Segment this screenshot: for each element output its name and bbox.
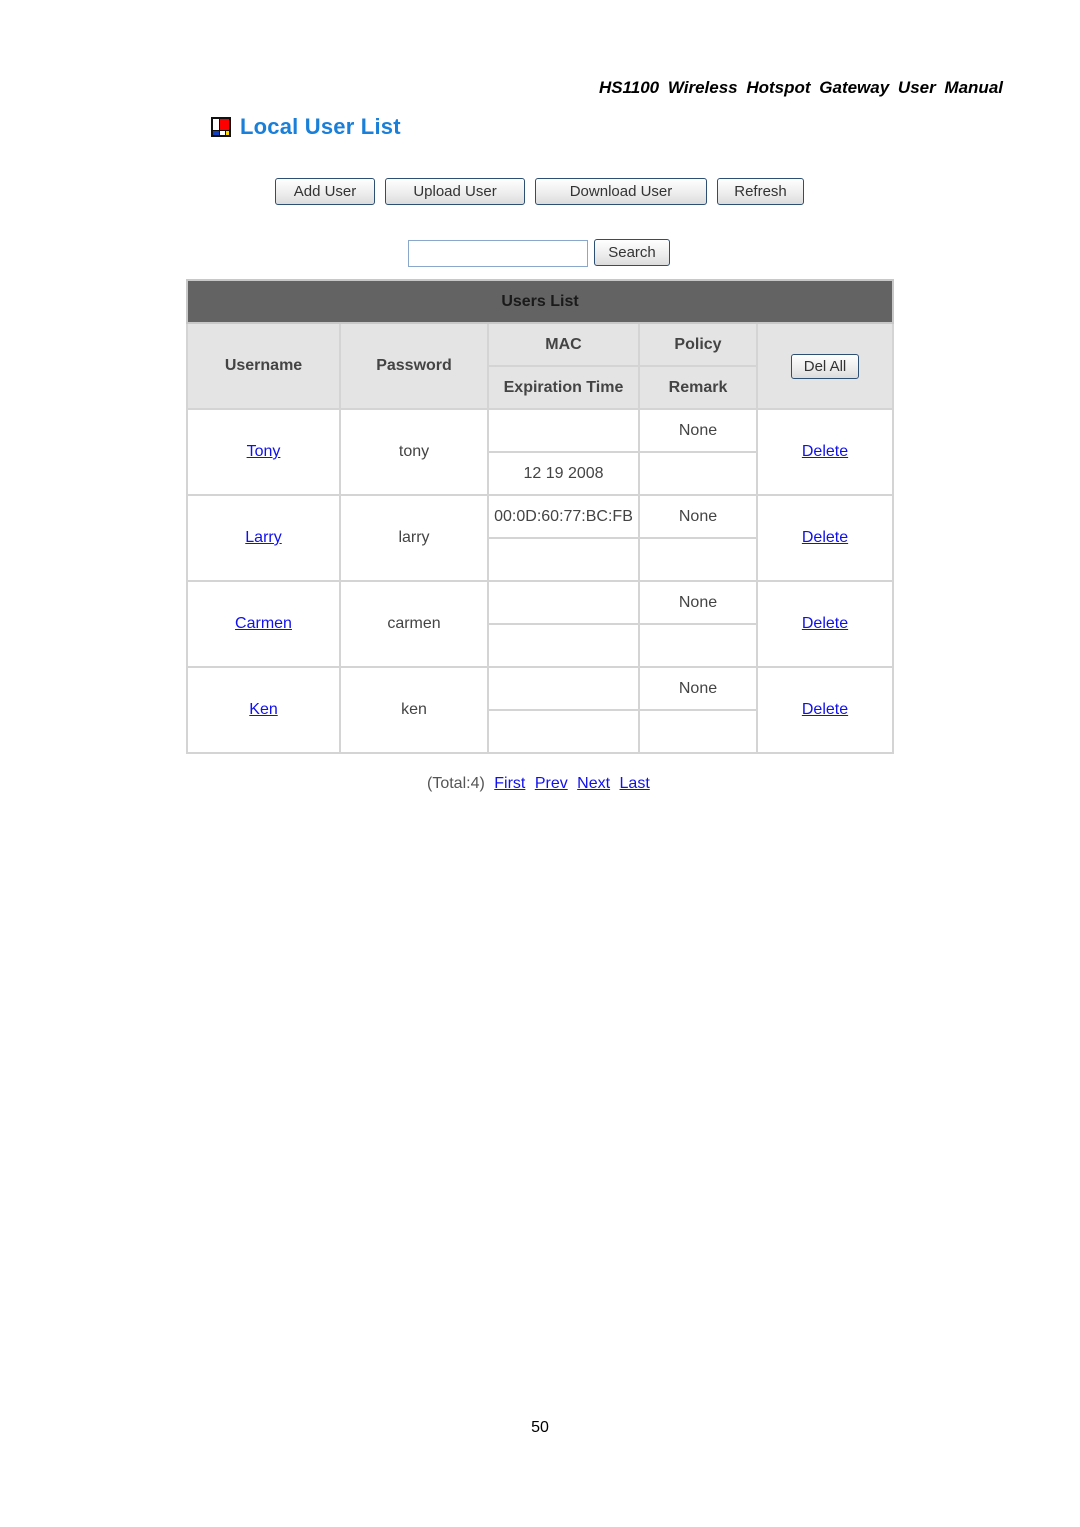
header-policy: Policy xyxy=(638,322,758,367)
remark-cell xyxy=(638,537,758,582)
header-remark: Remark xyxy=(638,365,758,410)
table-row: Carmen carmen None Delete xyxy=(186,580,894,668)
page-number: 50 xyxy=(531,1419,549,1436)
header-expiration-time: Expiration Time xyxy=(487,365,640,410)
table-row: Ken ken None Delete xyxy=(186,666,894,754)
expiration-cell: 12 19 2008 xyxy=(487,451,640,496)
expiration-cell xyxy=(487,623,640,668)
header-mac: MAC xyxy=(487,322,640,367)
remark-cell xyxy=(638,709,758,754)
action-cell: Delete xyxy=(756,494,894,582)
password-cell: carmen xyxy=(339,580,489,668)
table-row: Larry larry 00:0D:60:77:BC:FB None Delet… xyxy=(186,494,894,582)
password-cell: larry xyxy=(339,494,489,582)
del-all-button[interactable]: Del All xyxy=(791,353,859,379)
username-link[interactable]: Carmen xyxy=(235,615,292,632)
download-user-button[interactable]: Download User xyxy=(535,178,707,205)
header-username: Username xyxy=(186,322,341,410)
search-input[interactable] xyxy=(408,240,588,267)
first-page-link[interactable]: First xyxy=(494,775,525,792)
username-link[interactable]: Larry xyxy=(245,529,281,546)
users-table: Users List Username Password MAC Policy … xyxy=(186,279,894,754)
expiration-cell xyxy=(487,537,640,582)
mac-cell: 00:0D:60:77:BC:FB xyxy=(487,494,640,539)
remark-cell xyxy=(638,451,758,496)
header-password: Password xyxy=(339,322,489,410)
username-cell: Tony xyxy=(186,408,341,496)
prev-page-link[interactable]: Prev xyxy=(535,775,568,792)
mac-cell xyxy=(487,408,640,453)
username-cell: Larry xyxy=(186,494,341,582)
username-cell: Ken xyxy=(186,666,341,754)
policy-cell: None xyxy=(638,580,758,625)
remark-cell xyxy=(638,623,758,668)
page-title: Local User List xyxy=(211,114,401,140)
document-header: HS1100 Wireless Hotspot Gateway User Man… xyxy=(598,78,1003,97)
action-cell: Delete xyxy=(756,408,894,496)
mac-cell xyxy=(487,666,640,711)
mac-cell xyxy=(487,580,640,625)
last-page-link[interactable]: Last xyxy=(620,775,650,792)
expiration-cell xyxy=(487,709,640,754)
pagination: (Total:4) First Prev Next Last xyxy=(427,775,650,793)
table-caption: Users List xyxy=(186,279,894,324)
username-link[interactable]: Ken xyxy=(249,701,277,718)
password-cell: tony xyxy=(339,408,489,496)
delete-link[interactable]: Delete xyxy=(802,615,848,632)
password-cell: ken xyxy=(339,666,489,754)
delete-link[interactable]: Delete xyxy=(802,701,848,718)
policy-cell: None xyxy=(638,666,758,711)
mondrian-square-icon xyxy=(211,117,231,137)
delete-link[interactable]: Delete xyxy=(802,529,848,546)
search-button[interactable]: Search xyxy=(594,239,670,266)
action-cell: Delete xyxy=(756,580,894,668)
page-title-text: Local User List xyxy=(240,114,401,139)
policy-cell: None xyxy=(638,494,758,539)
delete-link[interactable]: Delete xyxy=(802,443,848,460)
username-link[interactable]: Tony xyxy=(247,443,281,460)
upload-user-button[interactable]: Upload User xyxy=(385,178,525,205)
refresh-button[interactable]: Refresh xyxy=(717,178,804,205)
table-row: Tony tony None Delete xyxy=(186,408,894,496)
header-actions: Del All xyxy=(756,322,894,410)
add-user-button[interactable]: Add User xyxy=(275,178,375,205)
next-page-link[interactable]: Next xyxy=(577,775,610,792)
action-cell: Delete xyxy=(756,666,894,754)
total-count: (Total:4) xyxy=(427,775,485,792)
username-cell: Carmen xyxy=(186,580,341,668)
policy-cell: None xyxy=(638,408,758,453)
